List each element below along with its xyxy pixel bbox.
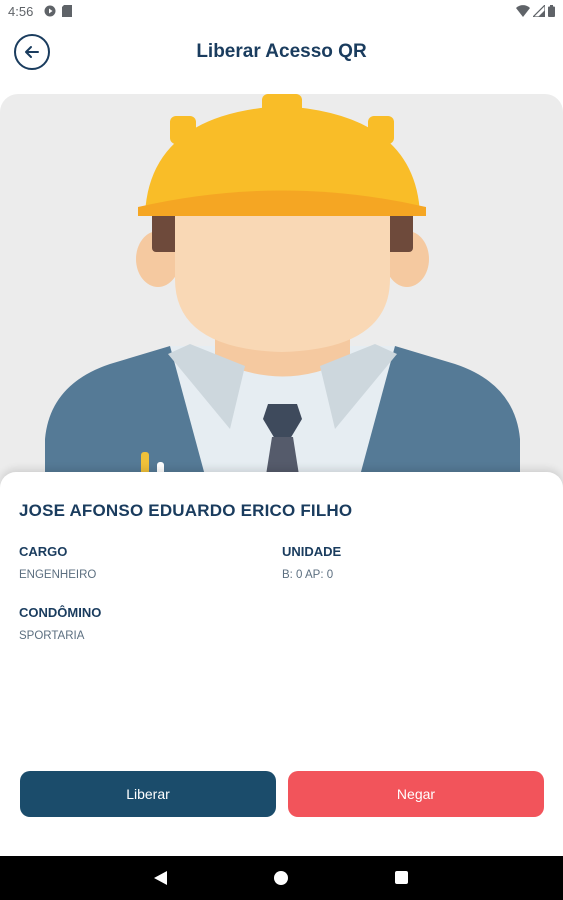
nav-recents-icon[interactable] bbox=[395, 871, 408, 884]
person-info-card: JOSE AFONSO EDUARDO ERICO FILHO CARGO EN… bbox=[0, 472, 563, 856]
cargo-label: CARGO bbox=[19, 544, 68, 559]
condominio-label: CONDÔMINO bbox=[19, 605, 102, 620]
status-right-icons bbox=[516, 5, 555, 17]
status-bar: 4:56 bbox=[0, 0, 563, 24]
sd-card-icon bbox=[62, 5, 72, 17]
cell-signal-icon bbox=[533, 5, 545, 17]
worker-avatar-illustration bbox=[45, 94, 520, 494]
condominio-value: SPORTARIA bbox=[19, 630, 85, 642]
nav-home-icon[interactable] bbox=[274, 871, 288, 885]
deny-button[interactable]: Negar bbox=[288, 771, 544, 817]
wifi-icon bbox=[516, 5, 530, 17]
battery-icon bbox=[548, 5, 555, 17]
status-time: 4:56 bbox=[8, 4, 34, 19]
system-nav-bar bbox=[0, 856, 563, 900]
unidade-label: UNIDADE bbox=[282, 544, 342, 559]
cargo-value: ENGENHEIRO bbox=[19, 569, 97, 581]
person-name: JOSE AFONSO EDUARDO ERICO FILHO bbox=[19, 501, 353, 520]
unidade-value: B: 0 AP: 0 bbox=[282, 569, 334, 581]
page-title: Liberar Acesso QR bbox=[196, 41, 367, 62]
play-protect-icon bbox=[44, 5, 56, 17]
person-photo bbox=[0, 94, 563, 494]
status-left-icons bbox=[44, 5, 72, 17]
approve-button[interactable]: Liberar bbox=[20, 771, 276, 817]
app-bar: Liberar Acesso QR bbox=[0, 24, 563, 84]
nav-back-icon[interactable] bbox=[154, 871, 167, 885]
